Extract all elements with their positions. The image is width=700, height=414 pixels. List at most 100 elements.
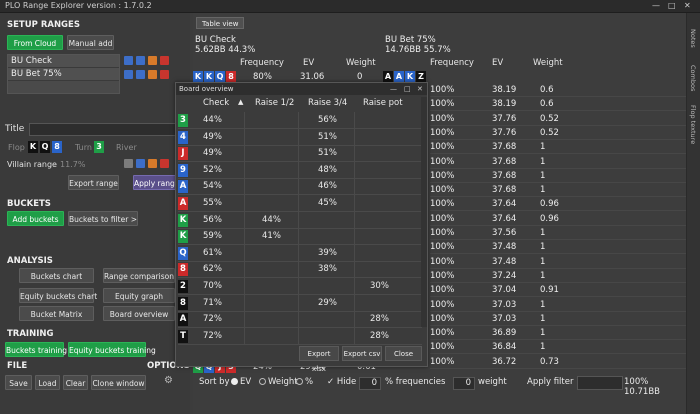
minimize-button[interactable]: — — [652, 1, 660, 10]
table-row[interactable]: 100% 37.68 1 — [430, 141, 686, 155]
filter-input[interactable] — [577, 376, 623, 390]
equity-buckets-training-button[interactable]: Equity buckets training — [68, 342, 156, 357]
dialog-close-icon[interactable]: ✕ — [417, 83, 423, 95]
table-row[interactable]: 100% 36.89 1 — [430, 327, 686, 341]
close-button[interactable]: Close — [385, 346, 422, 361]
table-row[interactable]: 100% 37.64 0.96 — [430, 213, 686, 226]
equity-graph-button[interactable]: Equity graph — [103, 288, 175, 303]
sort-percent-radio[interactable]: % — [296, 377, 313, 387]
table-row[interactable]: 100% 37.48 1 — [430, 241, 686, 255]
board-row[interactable]: Q 61% 39% — [178, 244, 422, 262]
maximize-button[interactable]: □ — [668, 1, 676, 10]
apply-filter-button[interactable]: Apply filter — [527, 377, 573, 387]
table-row[interactable]: 100% 38.19 0.6 — [430, 84, 686, 97]
title-input[interactable] — [29, 123, 179, 136]
table-row[interactable]: 100% 37.68 1 — [430, 170, 686, 183]
table-row[interactable]: 100% 37.24 1 — [430, 270, 686, 283]
tab-table-view[interactable]: Table view — [196, 17, 245, 29]
board-row[interactable]: A 55% 45% — [178, 195, 422, 212]
buckets-chart-button[interactable]: Buckets chart — [19, 268, 94, 283]
turn-card[interactable]: 3 — [94, 141, 104, 153]
color-icon[interactable] — [148, 56, 157, 65]
close-window-button[interactable]: ✕ — [684, 1, 691, 10]
manual-add-button[interactable]: Manual add — [67, 35, 114, 50]
copy-icon[interactable] — [124, 70, 133, 79]
right-col-frequency[interactable]: Frequency — [430, 58, 474, 68]
board-row[interactable]: 3 44% 56% — [178, 112, 422, 129]
export-range-button[interactable]: Export range — [68, 175, 119, 190]
buckets-to-filter-button[interactable]: Buckets to filter > — [68, 211, 138, 226]
bucket-matrix-button[interactable]: Bucket Matrix — [19, 306, 94, 321]
copy-icon[interactable] — [124, 56, 133, 65]
table-row[interactable]: 100% 36.84 1 — [430, 341, 686, 355]
table-row[interactable]: 100% 37.64 0.96 — [430, 198, 686, 212]
apply-range-button[interactable]: Apply range — [133, 175, 179, 190]
col-raise-three-quarter[interactable]: Raise 3/4 — [308, 98, 347, 108]
clone-window-button[interactable]: Clone window — [91, 375, 146, 390]
color-icon[interactable] — [148, 159, 157, 168]
board-row[interactable]: 8 71% 29% — [178, 294, 422, 312]
board-overview-button[interactable]: Board overview — [103, 306, 175, 321]
sort-weight-radio[interactable]: Weight — [259, 377, 298, 387]
table-row[interactable]: 100% 37.68 1 — [430, 184, 686, 198]
color-icon[interactable] — [148, 70, 157, 79]
board-row[interactable]: 9 52% 48% — [178, 161, 422, 179]
edit-icon[interactable] — [136, 56, 145, 65]
load-button[interactable]: Load — [35, 375, 60, 390]
left-col-frequency[interactable]: Frequency — [240, 58, 284, 68]
left-col-weight[interactable]: Weight — [346, 58, 376, 68]
board-row[interactable]: J 49% 51% — [178, 145, 422, 163]
from-cloud-button[interactable]: From Cloud — [7, 35, 63, 50]
frequency-spinner[interactable]: 0 — [359, 377, 381, 390]
table-row[interactable]: 100% 37.03 1 — [430, 299, 686, 312]
edit-icon[interactable] — [136, 159, 145, 168]
table-row[interactable]: 100% 38.19 0.6 — [430, 98, 686, 112]
gear-icon[interactable]: ⚙ — [164, 375, 173, 386]
table-row[interactable]: 100% 37.68 1 — [430, 156, 686, 169]
board-row[interactable]: A 72% 28% — [178, 311, 422, 329]
save-button[interactable]: Save — [5, 375, 32, 390]
right-col-weight[interactable]: Weight — [533, 58, 563, 68]
delete-icon[interactable] — [160, 70, 169, 79]
board-row[interactable]: T 72% 28% — [178, 327, 422, 345]
clear-button[interactable]: Clear — [63, 375, 88, 390]
copy-icon[interactable] — [124, 159, 133, 168]
export-xlsx-button[interactable]: Export xlsx — [299, 346, 339, 373]
table-row[interactable]: 100% 37.56 1 — [430, 227, 686, 240]
dialog-minimize-button[interactable]: — — [390, 83, 397, 95]
board-row[interactable]: A 54% 46% — [178, 178, 422, 196]
sort-ev-radio[interactable]: EV — [231, 377, 251, 387]
right-col-ev[interactable]: EV — [492, 58, 503, 68]
range-item-bu-bet[interactable]: BU Bet 75% — [8, 68, 119, 81]
delete-icon[interactable] — [160, 56, 169, 65]
add-buckets-button[interactable]: Add buckets — [7, 211, 64, 226]
side-tab-flop-texture[interactable]: Flop texture — [689, 105, 697, 144]
left-col-ev[interactable]: EV — [303, 58, 314, 68]
table-row[interactable]: 100% 37.48 1 — [430, 256, 686, 269]
flop-card-2[interactable]: Q — [40, 141, 50, 153]
board-row[interactable]: 8 62% 38% — [178, 261, 422, 279]
col-raise-pot[interactable]: Raise pot — [363, 98, 403, 108]
range-item-bu-check[interactable]: BU Check — [8, 55, 119, 68]
table-row[interactable]: 100% 37.03 1 — [430, 313, 686, 326]
col-raise-half[interactable]: Raise 1/2 — [255, 98, 294, 108]
weight-spinner[interactable]: 0 — [453, 377, 475, 390]
range-comparison-button[interactable]: Range comparison — [103, 268, 175, 283]
dialog-scrollbar[interactable] — [421, 97, 427, 327]
side-tab-combos[interactable]: Combos — [689, 65, 697, 91]
flop-card-1[interactable]: K — [28, 141, 38, 153]
side-tab-notes[interactable]: Notes — [689, 29, 697, 48]
table-row[interactable]: 100% 37.76 0.52 — [430, 113, 686, 126]
equity-buckets-chart-button[interactable]: Equity buckets chart — [19, 288, 97, 303]
board-row[interactable]: 2 70% 30% — [178, 278, 422, 295]
board-row[interactable]: 4 49% 51% — [178, 128, 422, 146]
edit-icon[interactable] — [136, 70, 145, 79]
col-check[interactable]: Check — [203, 98, 229, 108]
board-row[interactable]: K 59% 41% — [178, 228, 422, 246]
buckets-training-button[interactable]: Buckets training — [5, 342, 67, 357]
table-row[interactable]: 100% 37.04 0.91 — [430, 284, 686, 298]
table-row[interactable]: 100% 36.72 0.73 — [430, 356, 686, 369]
flop-card-3[interactable]: 8 — [52, 141, 62, 153]
board-row[interactable]: K 56% 44% — [178, 211, 422, 229]
table-row[interactable]: 100% 37.76 0.52 — [430, 127, 686, 140]
